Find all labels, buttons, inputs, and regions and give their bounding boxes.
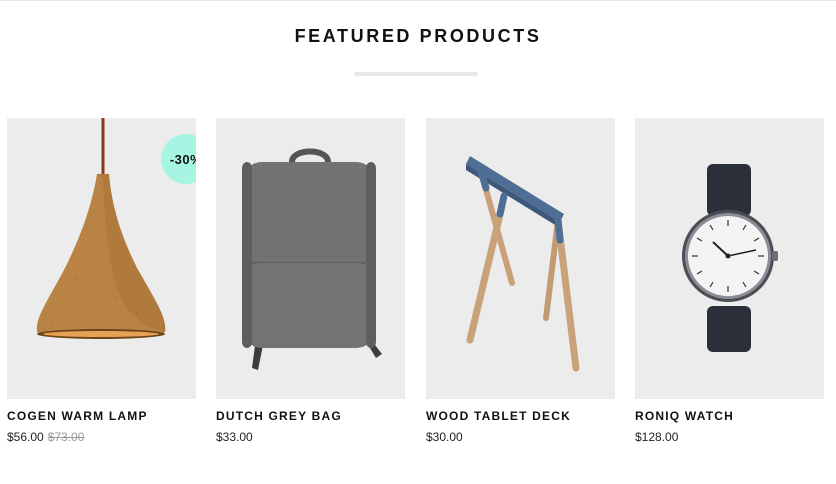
product-card-cogen-warm-lamp[interactable]: -30% COGEN WARM LAMP $56.00$73.00 — [7, 118, 196, 444]
product-old-price: $73.00 — [47, 430, 85, 444]
product-card-dutch-grey-bag[interactable]: DUTCH GREY BAG $33.00 — [216, 118, 405, 444]
product-name[interactable]: COGEN WARM LAMP — [7, 409, 148, 423]
price-row: $56.00 $73.00 — [7, 430, 84, 444]
product-price: $56.00 — [7, 430, 44, 444]
product-image-lamp[interactable]: -30% — [7, 118, 196, 399]
product-price: $33.00 — [216, 430, 253, 444]
price-row: $128.00 — [635, 430, 678, 444]
top-divider-line — [0, 0, 836, 1]
product-name[interactable]: RONIQ WATCH — [635, 409, 734, 423]
title-underline — [354, 72, 478, 76]
section-title: FEATURED PRODUCTS — [294, 26, 542, 46]
product-name[interactable]: DUTCH GREY BAG — [216, 409, 342, 423]
trestle-stand-image — [466, 156, 580, 372]
product-image-watch[interactable] — [635, 118, 824, 399]
price-row: $33.00 — [216, 430, 253, 444]
product-image-tablet-deck[interactable] — [426, 118, 615, 399]
product-image-bag[interactable] — [216, 118, 405, 399]
product-name[interactable]: WOOD TABLET DECK — [426, 409, 571, 423]
product-card-roniq-watch[interactable]: RONIQ WATCH $128.00 — [635, 118, 824, 444]
product-card-wood-tablet-deck[interactable]: WOOD TABLET DECK $30.00 — [426, 118, 615, 444]
product-price: $30.00 — [426, 430, 463, 444]
wristwatch-image — [682, 164, 778, 352]
backpack-image — [242, 148, 382, 370]
price-row: $30.00 — [426, 430, 463, 444]
product-price: $128.00 — [635, 430, 679, 444]
